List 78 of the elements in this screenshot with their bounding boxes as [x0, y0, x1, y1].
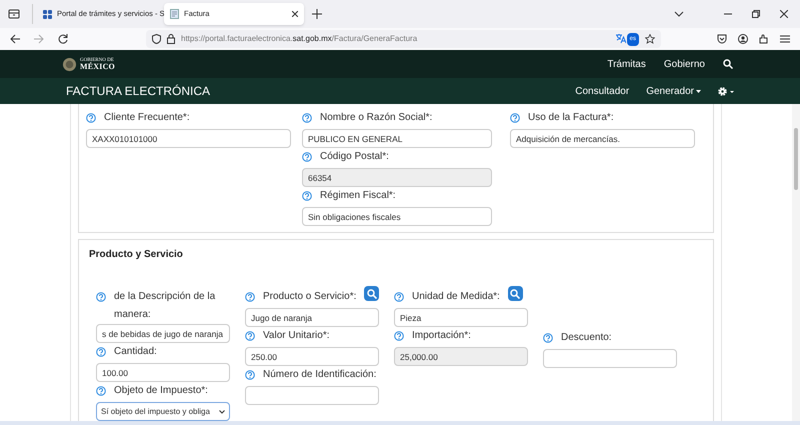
- shield-icon: [152, 34, 161, 44]
- help-icon[interactable]: [302, 113, 312, 123]
- reload-icon[interactable]: [58, 34, 68, 44]
- help-icon[interactable]: [510, 113, 520, 123]
- input-field[interactable]: XAXX010101000: [86, 129, 291, 148]
- help-icon[interactable]: [96, 347, 106, 357]
- field-label: Producto o Servicio*:: [263, 290, 356, 304]
- search-icon: [510, 288, 520, 298]
- gear-dropdown-icon[interactable]: [717, 86, 734, 96]
- input-field[interactable]: PUBLICO EN GENERAL: [302, 129, 492, 148]
- document-icon: [170, 9, 179, 19]
- close-icon[interactable]: [780, 10, 788, 18]
- help-icon[interactable]: [86, 113, 96, 123]
- logo-text: MÉXICO: [80, 62, 115, 70]
- help-icon[interactable]: [394, 331, 404, 341]
- help-icon[interactable]: [245, 331, 255, 341]
- back-arrow-icon[interactable]: [10, 34, 20, 44]
- nav-dropdown[interactable]: Generador: [646, 84, 701, 98]
- search-button[interactable]: [508, 286, 523, 301]
- help-icon[interactable]: [302, 191, 312, 201]
- minimize-icon[interactable]: [724, 13, 732, 15]
- nav-link[interactable]: Gobierno: [664, 56, 705, 72]
- search-icon[interactable]: [723, 59, 733, 69]
- field-label: Cantidad:: [114, 345, 157, 359]
- field-label: Cliente Frecuente*:: [104, 111, 190, 125]
- section-title: Producto y Servicio: [89, 248, 184, 262]
- nav-link[interactable]: Consultador: [575, 84, 630, 98]
- forward-arrow-icon[interactable]: [34, 34, 44, 44]
- input-field[interactable]: s de bebidas de jugo de naranja: [96, 324, 230, 343]
- field-label: Importación*:: [412, 329, 471, 343]
- field-label: Descuento:: [561, 331, 612, 345]
- input-field[interactable]: Adquisición de mercancías.: [510, 129, 695, 148]
- help-icon[interactable]: [245, 292, 255, 302]
- dropdown-field[interactable]: Sí objeto del impuesto y obliga: [96, 402, 230, 421]
- field-label: Objeto de Impuesto*:: [114, 384, 208, 398]
- help-icon[interactable]: [543, 333, 553, 343]
- input-field[interactable]: Sin obligaciones fiscales: [302, 207, 492, 226]
- chevron-down-icon[interactable]: [674, 11, 684, 17]
- search-icon: [366, 288, 377, 298]
- input-field[interactable]: 250.00: [245, 347, 379, 366]
- caret-icon: [696, 90, 701, 92]
- restore-icon[interactable]: [752, 10, 760, 18]
- field-label: Valor Unitario*:: [263, 329, 330, 343]
- chevron-down-icon: [219, 410, 225, 414]
- emblem-icon: [62, 56, 77, 72]
- close-icon[interactable]: [292, 11, 298, 17]
- account-icon[interactable]: [738, 34, 748, 44]
- nav-link[interactable]: Trámitas: [607, 56, 646, 72]
- search-button[interactable]: [364, 286, 380, 301]
- input-field[interactable]: Jugo de naranja: [245, 308, 379, 327]
- input-field[interactable]: [245, 386, 379, 405]
- input-field[interactable]: 100.00: [96, 363, 230, 382]
- new-tab-icon[interactable]: [312, 9, 322, 19]
- help-icon[interactable]: [96, 386, 106, 396]
- star-icon[interactable]: [645, 34, 655, 44]
- grid-icon: [43, 10, 52, 18]
- menu-icon[interactable]: [780, 35, 790, 43]
- help-icon[interactable]: [96, 292, 106, 302]
- help-icon[interactable]: [394, 292, 404, 302]
- scrollbar[interactable]: [792, 104, 800, 421]
- field-label: Nombre o Razón Social*:: [320, 111, 432, 125]
- input-field[interactable]: Pieza: [394, 308, 528, 327]
- lock-icon: [167, 34, 175, 44]
- field-label: de la Descripción de la manera:: [114, 290, 216, 322]
- help-icon[interactable]: [245, 370, 255, 380]
- extensions-icon[interactable]: [759, 34, 769, 44]
- field-label: Número de Identificación:: [263, 368, 376, 382]
- app-title[interactable]: FACTURA ELECTRÓNICA: [66, 82, 210, 100]
- field-label: Código Postal*:: [320, 150, 389, 164]
- pocket-icon[interactable]: [717, 34, 727, 44]
- input-field[interactable]: [543, 349, 677, 368]
- translate-icon[interactable]: [616, 34, 626, 44]
- field-label: Régimen Fiscal*:: [320, 189, 396, 203]
- field-label: Unidad de Medida*:: [412, 290, 500, 304]
- url-text: https://portal.facturaelectronica.sat.gob.mx/Factura/GeneraFactura: [181, 33, 418, 45]
- help-icon[interactable]: [302, 152, 312, 162]
- tab-list-icon[interactable]: [8, 8, 20, 20]
- field-label: Uso de la Factura*:: [528, 111, 614, 125]
